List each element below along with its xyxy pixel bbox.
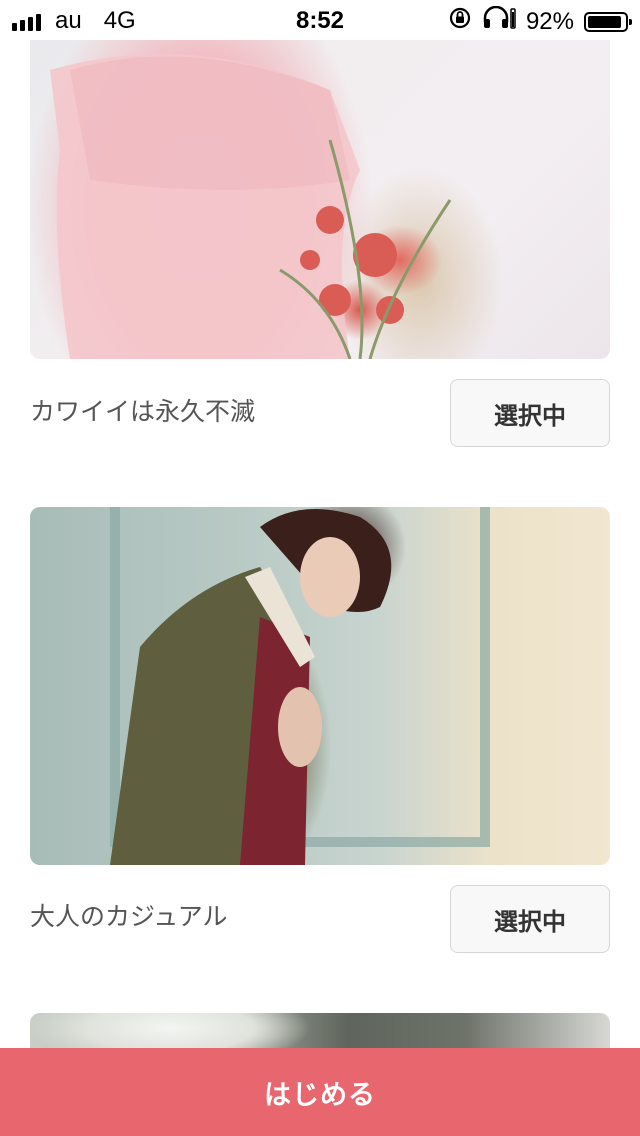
dress-flowers-illustration: [50, 54, 452, 359]
status-bar: au 4G 8:52 92%: [0, 0, 640, 40]
battery-icon: [584, 11, 632, 32]
orientation-lock-icon: [448, 6, 472, 37]
style-image-pink-lace-dress[interactable]: [30, 30, 610, 359]
carrier-label: au: [55, 7, 82, 34]
woman-jacket-illustration: [110, 509, 392, 865]
signal-icon: [12, 11, 41, 31]
network-label: 4G: [103, 7, 136, 34]
status-right: 92%: [448, 5, 632, 37]
battery-percent: 92%: [525, 7, 574, 35]
style-image-woman-bomber-jacket[interactable]: [30, 507, 610, 865]
headphones-icon: [482, 5, 516, 37]
start-button[interactable]: はじめる: [0, 1048, 640, 1136]
select-button[interactable]: 選択中: [450, 885, 610, 953]
style-caption: カワイイは永久不滅: [30, 397, 256, 426]
style-caption: 大人のカジュアル: [30, 902, 228, 931]
status-left: au 4G: [12, 7, 136, 35]
select-button[interactable]: 選択中: [450, 379, 610, 447]
